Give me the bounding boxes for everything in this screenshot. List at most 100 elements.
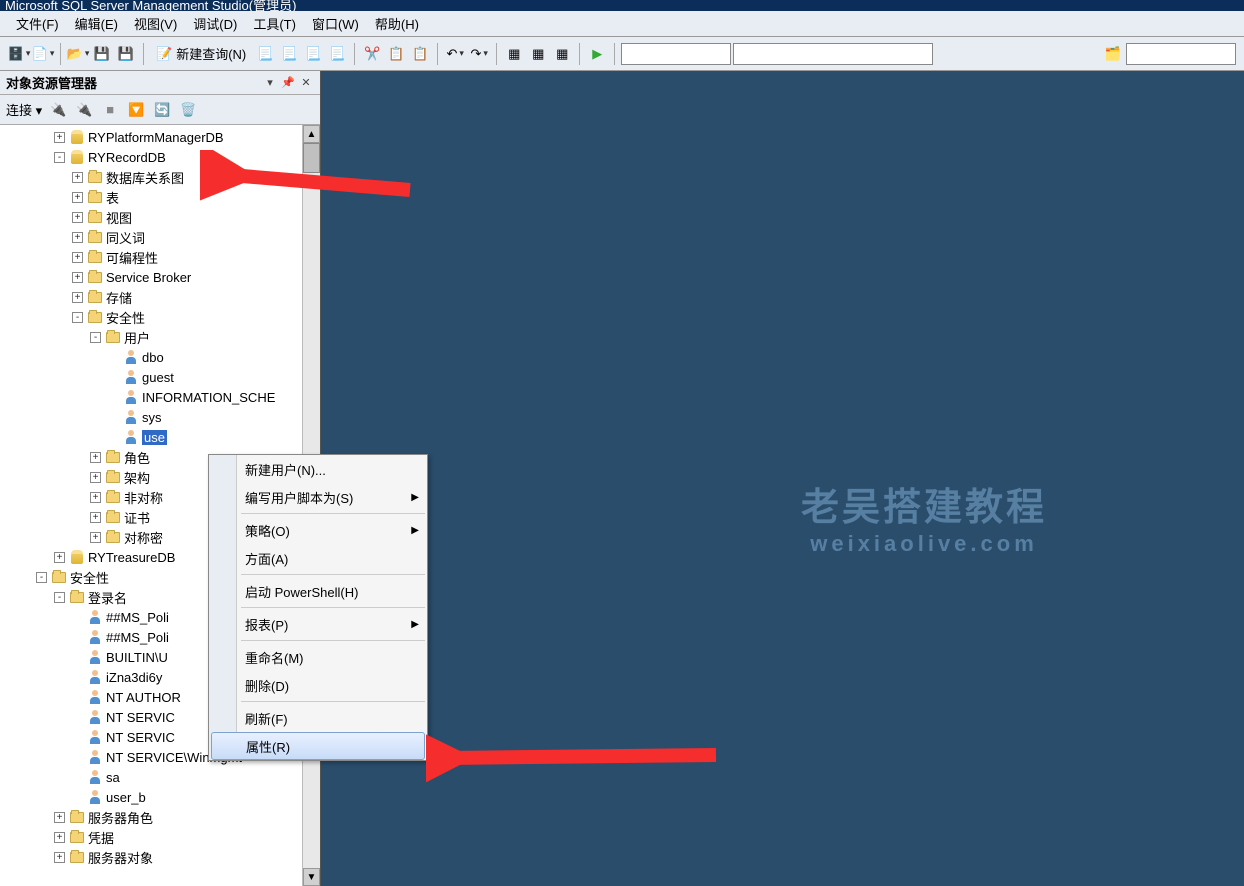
- expand-icon[interactable]: +: [54, 132, 65, 143]
- tree-label[interactable]: RYTreasureDB: [88, 550, 175, 565]
- tree-label[interactable]: 登录名: [88, 588, 127, 607]
- tb-btn-2[interactable]: 📃: [278, 43, 300, 65]
- connect-button[interactable]: 连接 ▾: [6, 100, 42, 119]
- expand-icon[interactable]: +: [72, 272, 83, 283]
- tree-label[interactable]: guest: [142, 370, 174, 385]
- context-menu[interactable]: 新建用户(N)...编写用户脚本为(S)▶策略(O)▶方面(A)启动 Power…: [208, 454, 428, 761]
- tree-row[interactable]: use: [0, 427, 320, 447]
- scroll-thumb[interactable]: [303, 143, 320, 173]
- tree-row[interactable]: user_b: [0, 787, 320, 807]
- tree-row[interactable]: +Service Broker: [0, 267, 320, 287]
- database-combo[interactable]: [621, 43, 731, 65]
- expand-icon[interactable]: +: [54, 812, 65, 823]
- tree-label[interactable]: NT SERVIC: [106, 730, 175, 745]
- paste-button[interactable]: 📋: [409, 43, 431, 65]
- tree-row[interactable]: + 可编程性: [0, 247, 320, 267]
- menu-help[interactable]: 帮助(H): [367, 11, 427, 36]
- open-button[interactable]: 📂▾: [67, 43, 89, 65]
- tree-row[interactable]: - 安全性: [0, 307, 320, 327]
- tree-row[interactable]: sys: [0, 407, 320, 427]
- tree-row[interactable]: sa: [0, 767, 320, 787]
- expand-icon[interactable]: +: [90, 532, 101, 543]
- context-menu-item[interactable]: 报表(P)▶: [209, 610, 427, 638]
- expand-icon[interactable]: +: [72, 192, 83, 203]
- tree-label[interactable]: dbo: [142, 350, 164, 365]
- tb-btn-6[interactable]: ▦: [527, 43, 549, 65]
- tree-label[interactable]: 凭据: [88, 828, 114, 847]
- tree-label[interactable]: ##MS_Poli: [106, 630, 169, 645]
- tree-label[interactable]: 同义词: [106, 228, 145, 247]
- tree-row[interactable]: + 数据库关系图: [0, 167, 320, 187]
- tree-row[interactable]: + 服务器角色: [0, 807, 320, 827]
- combo-2[interactable]: [733, 43, 933, 65]
- tree-label[interactable]: 服务器角色: [88, 808, 153, 827]
- new-project-button[interactable]: 🗄️▾: [8, 43, 30, 65]
- tree-row[interactable]: + 同义词: [0, 227, 320, 247]
- tree-row[interactable]: INFORMATION_SCHE: [0, 387, 320, 407]
- expand-icon[interactable]: +: [54, 552, 65, 563]
- menu-file[interactable]: 文件(F): [8, 11, 67, 36]
- tree-label[interactable]: BUILTIN\U: [106, 650, 168, 665]
- tree-label[interactable]: NT AUTHOR: [106, 690, 181, 705]
- connect-icon-1[interactable]: 🔌: [48, 100, 68, 120]
- menu-debug[interactable]: 调试(D): [185, 11, 245, 36]
- tb-btn-5[interactable]: ▦: [503, 43, 525, 65]
- context-menu-item[interactable]: 新建用户(N)...: [209, 455, 427, 483]
- tree-row[interactable]: guest: [0, 367, 320, 387]
- collapse-icon[interactable]: -: [72, 312, 83, 323]
- tree-row[interactable]: + 服务器对象: [0, 847, 320, 867]
- expand-icon[interactable]: +: [54, 852, 65, 863]
- refresh-icon[interactable]: 🔄: [152, 100, 172, 120]
- tree-label[interactable]: 证书: [124, 508, 150, 527]
- expand-icon[interactable]: +: [72, 172, 83, 183]
- tree-label[interactable]: ##MS_Poli: [106, 610, 169, 625]
- tree-label[interactable]: sys: [142, 410, 162, 425]
- save-button[interactable]: 💾: [91, 43, 113, 65]
- undo-button[interactable]: ↶▾: [444, 43, 466, 65]
- tree-label[interactable]: user_b: [106, 790, 146, 805]
- tree-label[interactable]: 安全性: [106, 308, 145, 327]
- tree-label[interactable]: 用户: [124, 328, 150, 347]
- tree-label[interactable]: 可编程性: [106, 248, 158, 267]
- tree-label[interactable]: 角色: [124, 448, 150, 467]
- tree-row[interactable]: + 凭据: [0, 827, 320, 847]
- scroll-up-button[interactable]: ▲: [303, 125, 320, 143]
- tree-label[interactable]: 视图: [106, 208, 132, 227]
- tree-label[interactable]: 服务器对象: [88, 848, 153, 867]
- tree-label[interactable]: 存储: [106, 288, 132, 307]
- tree-label[interactable]: 数据库关系图: [106, 168, 184, 187]
- tree-row[interactable]: + 视图: [0, 207, 320, 227]
- save-all-button[interactable]: 💾: [115, 43, 137, 65]
- expand-icon[interactable]: +: [72, 212, 83, 223]
- tree-label[interactable]: 非对称: [124, 488, 163, 507]
- tree-label[interactable]: 表: [106, 188, 119, 207]
- tb-btn-8[interactable]: 🗂️: [1102, 43, 1124, 65]
- context-menu-item[interactable]: 属性(R): [211, 732, 425, 760]
- tree-row[interactable]: dbo: [0, 347, 320, 367]
- scroll-down-button[interactable]: ▼: [303, 868, 320, 886]
- expand-icon[interactable]: +: [72, 232, 83, 243]
- new-file-button[interactable]: 📄▾: [32, 43, 54, 65]
- menu-view[interactable]: 视图(V): [126, 11, 185, 36]
- tree-label[interactable]: 架构: [124, 468, 150, 487]
- new-query-button[interactable]: 📝 新建查询(N): [150, 43, 252, 65]
- expand-icon[interactable]: +: [90, 512, 101, 523]
- execute-button[interactable]: ▶: [586, 43, 608, 65]
- menu-window[interactable]: 窗口(W): [304, 11, 367, 36]
- menu-edit[interactable]: 编辑(E): [67, 11, 126, 36]
- expand-icon[interactable]: +: [54, 832, 65, 843]
- context-menu-item[interactable]: 方面(A): [209, 544, 427, 572]
- tree-row[interactable]: +存储: [0, 287, 320, 307]
- collapse-icon[interactable]: -: [36, 572, 47, 583]
- expand-icon[interactable]: +: [72, 252, 83, 263]
- menu-tools[interactable]: 工具(T): [245, 11, 304, 36]
- tree-row[interactable]: +表: [0, 187, 320, 207]
- tb-btn-1[interactable]: 📃: [254, 43, 276, 65]
- panel-close-icon[interactable]: ✕: [298, 75, 314, 91]
- context-menu-item[interactable]: 启动 PowerShell(H): [209, 577, 427, 605]
- collapse-icon[interactable]: -: [90, 332, 101, 343]
- combo-3[interactable]: [1126, 43, 1236, 65]
- tb-btn-3[interactable]: 📃: [302, 43, 324, 65]
- tree-label[interactable]: 安全性: [70, 568, 109, 587]
- tb-btn-4[interactable]: 📃: [326, 43, 348, 65]
